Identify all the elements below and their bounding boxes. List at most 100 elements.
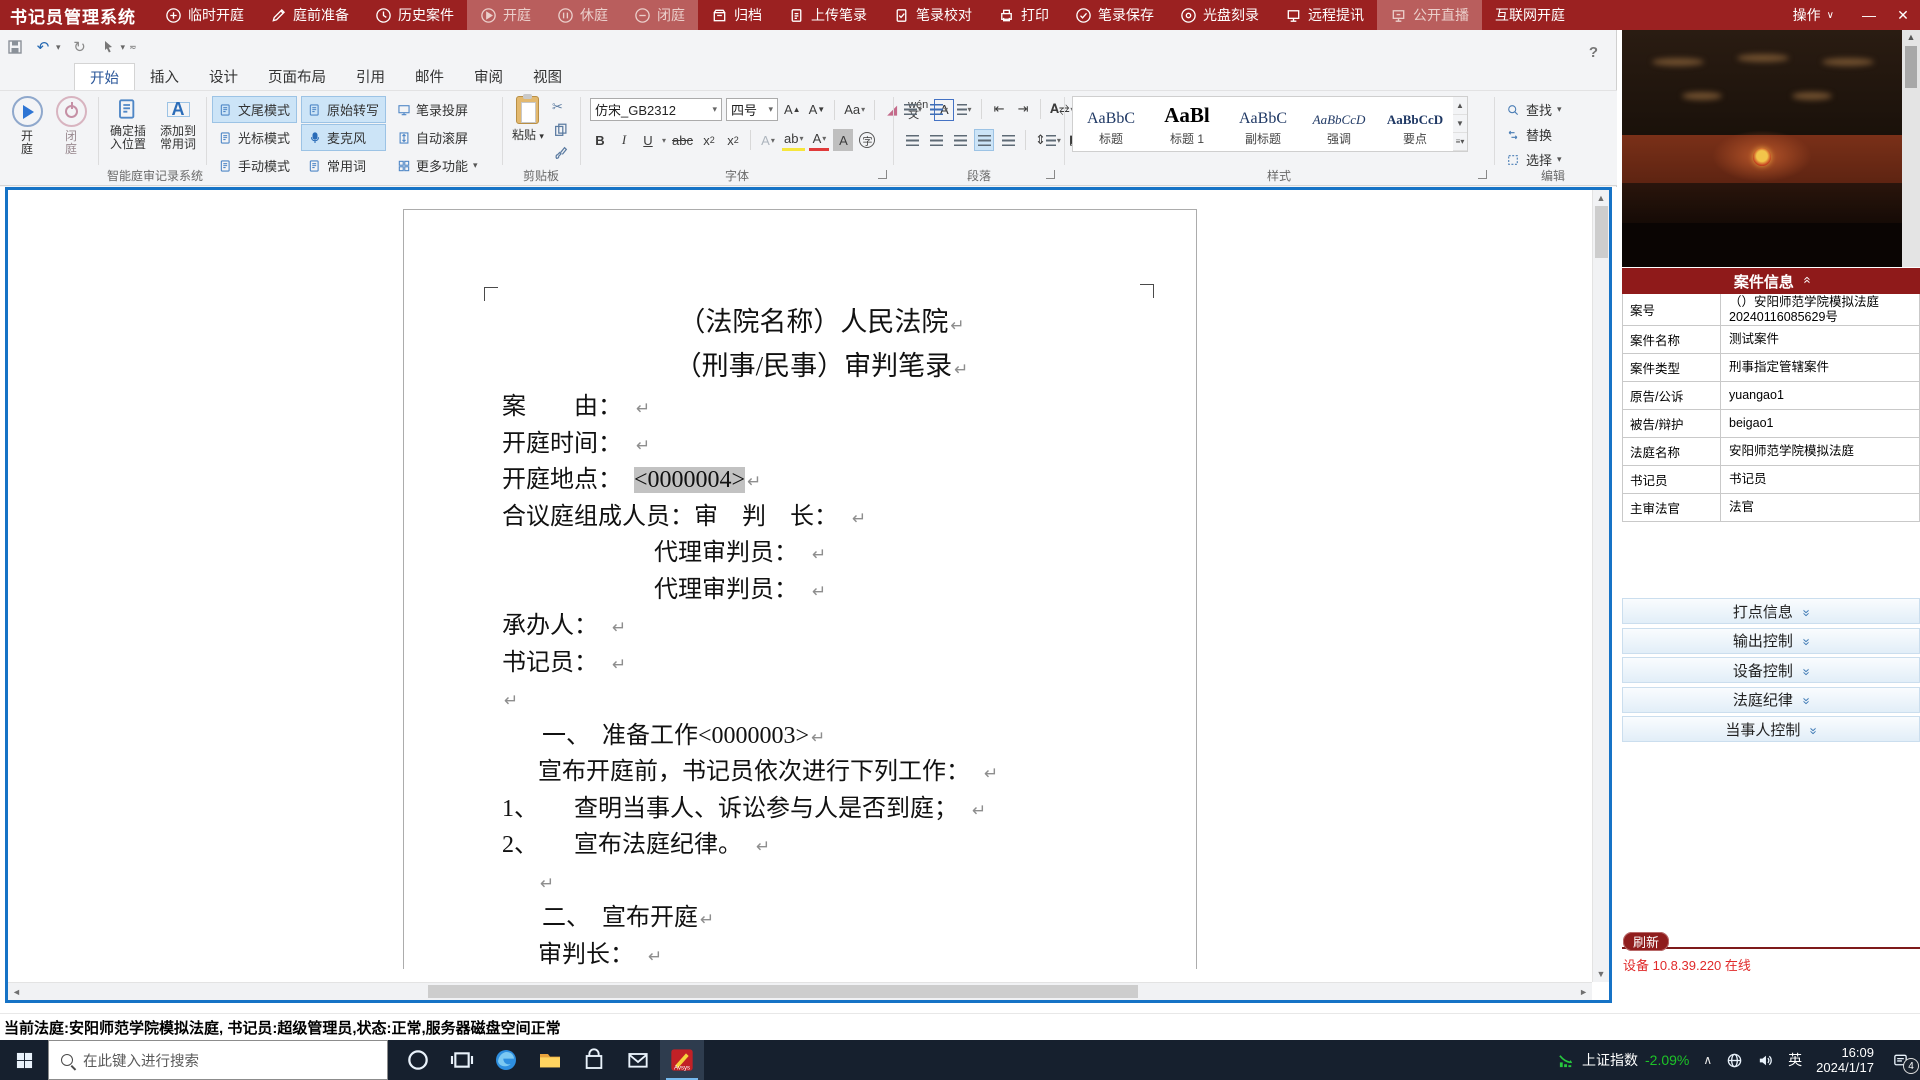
toggle-笔录投屏[interactable]: 笔录投屏	[390, 96, 485, 123]
taskbar-app-cortana[interactable]	[396, 1040, 440, 1080]
start-button[interactable]	[0, 1040, 48, 1080]
document-page[interactable]: （法院名称）人民法院↵（刑事/民事）审判笔录↵案 由： ↵开庭时间： ↵开庭地点…	[403, 209, 1197, 969]
taskbar-app-taskview[interactable]	[440, 1040, 484, 1080]
styles-more-icon[interactable]: ≡▾	[1453, 133, 1467, 151]
input-language[interactable]: 英	[1788, 1050, 1802, 1070]
grow-font-button[interactable]: A▲	[782, 99, 803, 121]
styles-scroll-up-icon[interactable]: ▲	[1453, 97, 1467, 115]
topbar-item[interactable]: 打印	[985, 0, 1062, 30]
superscript-button[interactable]: x2	[723, 129, 743, 151]
increase-indent-button[interactable]: ⇥	[1013, 98, 1033, 120]
toggle-常用词[interactable]: 常用词	[301, 152, 386, 179]
taskbar-app-avsys[interactable]: Avsys	[660, 1040, 704, 1080]
format-painter-icon[interactable]	[552, 145, 570, 161]
topbar-item[interactable]: 光盘刻录	[1167, 0, 1272, 30]
highlight-color-button[interactable]: ab▾	[782, 129, 805, 151]
change-case-button[interactable]: Aa▾	[842, 99, 867, 121]
scroll-up-icon[interactable]: ▲	[1593, 193, 1609, 203]
style-要点[interactable]: AaBbCcD要点	[1377, 97, 1453, 151]
tab-页面布局[interactable]: 页面布局	[253, 63, 341, 90]
save-icon[interactable]	[6, 38, 24, 56]
taskbar-clock[interactable]: 16:09 2024/1/17	[1816, 1045, 1874, 1075]
topbar-item[interactable]: 归档	[698, 0, 775, 30]
minimize-button[interactable]: —	[1852, 0, 1886, 30]
font-name-select[interactable]: 仿宋_GB2312▾	[590, 98, 722, 121]
section-设备控制[interactable]: 设备控制»	[1622, 657, 1920, 683]
style-副标题[interactable]: AaBbC副标题	[1225, 97, 1301, 151]
tab-视图[interactable]: 视图	[518, 63, 577, 90]
toggle-自动滚屏[interactable]: 自动滚屏	[390, 124, 485, 151]
toggle-手动模式[interactable]: 手动模式	[212, 152, 297, 179]
topbar-item[interactable]: 笔录校对	[880, 0, 985, 30]
topbar-item[interactable]: 上传笔录	[775, 0, 880, 30]
vertical-scroll-thumb[interactable]	[1595, 206, 1608, 258]
confirm-insert-button[interactable]: 确定插入位置	[102, 97, 154, 151]
bold-button[interactable]: B	[590, 129, 610, 151]
toggle-原始转写[interactable]: 原始转写	[301, 96, 386, 123]
scroll-left-icon[interactable]: ◄	[8, 983, 25, 1000]
align-left-button[interactable]	[902, 129, 922, 151]
toggle-更多功能[interactable]: 更多功能▾	[390, 152, 485, 179]
tab-引用[interactable]: 引用	[341, 63, 400, 90]
undo-dropdown-icon[interactable]: ▾	[56, 42, 61, 53]
redo-icon[interactable]: ↻	[71, 38, 89, 56]
bullet-list-button[interactable]: ▾	[902, 98, 924, 120]
scroll-right-icon[interactable]: ►	[1575, 983, 1592, 1000]
horizontal-scroll-thumb[interactable]	[428, 985, 1138, 998]
video-scrollbar[interactable]: ▲	[1902, 30, 1920, 267]
tab-邮件[interactable]: 邮件	[400, 63, 459, 90]
qat-customize-icon[interactable]: ≂	[129, 42, 137, 53]
styles-scroll-down-icon[interactable]: ▼	[1453, 115, 1467, 133]
notification-center[interactable]: 4	[1888, 1049, 1912, 1071]
case-info-header[interactable]: 案件信息 »	[1622, 268, 1920, 294]
volume-icon[interactable]	[1757, 1052, 1774, 1069]
paste-button[interactable]: 粘贴 ▾	[512, 96, 544, 143]
refresh-button[interactable]: 刷新	[1623, 932, 1669, 951]
section-输出控制[interactable]: 输出控制»	[1622, 628, 1920, 654]
scroll-down-icon[interactable]: ▼	[1593, 969, 1609, 979]
taskbar-app-store[interactable]	[572, 1040, 616, 1080]
taskbar-app-edge[interactable]	[484, 1040, 528, 1080]
font-size-select[interactable]: 四号▾	[726, 98, 778, 121]
italic-button[interactable]: I	[614, 129, 634, 151]
topbar-item[interactable]: 笔录保存	[1062, 0, 1167, 30]
strikethrough-button[interactable]: abc	[670, 129, 695, 151]
align-center-button[interactable]	[926, 129, 946, 151]
paragraph-dialog-launcher[interactable]	[1046, 170, 1055, 179]
topbar-item[interactable]: 历史案件	[362, 0, 467, 30]
shrink-font-button[interactable]: A▼	[807, 99, 828, 121]
taskbar-app-explorer[interactable]	[528, 1040, 572, 1080]
section-打点信息[interactable]: 打点信息»	[1622, 598, 1920, 624]
decrease-indent-button[interactable]: ⇤	[989, 98, 1009, 120]
enclose-char-button[interactable]: 字	[857, 129, 877, 151]
toggle-光标模式[interactable]: 光标模式	[212, 124, 297, 151]
styles-dialog-launcher[interactable]	[1478, 170, 1487, 179]
line-spacing-button[interactable]: ⇕▾	[1033, 129, 1063, 151]
touch-mode-icon[interactable]	[99, 38, 117, 56]
topbar-item[interactable]: 互联网开庭	[1482, 0, 1578, 30]
undo-icon[interactable]: ↶	[34, 38, 52, 56]
horizontal-scrollbar[interactable]: ◄ ►	[8, 982, 1592, 1000]
tab-审阅[interactable]: 审阅	[459, 63, 518, 90]
add-common-words-button[interactable]: A 添加到常用词	[152, 97, 204, 151]
multilevel-list-button[interactable]: ▾	[954, 98, 974, 120]
topbar-item[interactable]: 庭前准备	[257, 0, 362, 30]
help-icon[interactable]: ?	[1589, 44, 1598, 61]
vertical-scrollbar[interactable]: ▲ ▼	[1592, 190, 1609, 982]
operation-menu[interactable]: 操作 ∨	[1775, 0, 1852, 30]
justify-button[interactable]	[974, 129, 994, 151]
section-法庭纪律[interactable]: 法庭纪律»	[1622, 687, 1920, 713]
tray-expand-icon[interactable]: ∧	[1703, 1053, 1712, 1067]
underline-button[interactable]: U	[638, 129, 658, 151]
toggle-文尾模式[interactable]: 文尾模式	[212, 96, 297, 123]
tab-开始[interactable]: 开始	[74, 63, 135, 90]
替换-button[interactable]: 替换	[1506, 125, 1562, 144]
touch-mode-dropdown-icon[interactable]: ▾	[121, 42, 126, 53]
stock-ticker[interactable]: 上证指数 -2.09%	[1558, 1050, 1689, 1070]
document-text[interactable]: （法院名称）人民法院↵（刑事/民事）审判笔录↵案 由： ↵开庭时间： ↵开庭地点…	[502, 302, 1141, 969]
topbar-item[interactable]: 临时开庭	[152, 0, 257, 30]
font-dialog-launcher[interactable]	[878, 170, 887, 179]
subscript-button[interactable]: x2	[699, 129, 719, 151]
char-shading-button[interactable]: A	[833, 129, 853, 151]
style-标题[interactable]: AaBbC标题	[1073, 97, 1149, 151]
